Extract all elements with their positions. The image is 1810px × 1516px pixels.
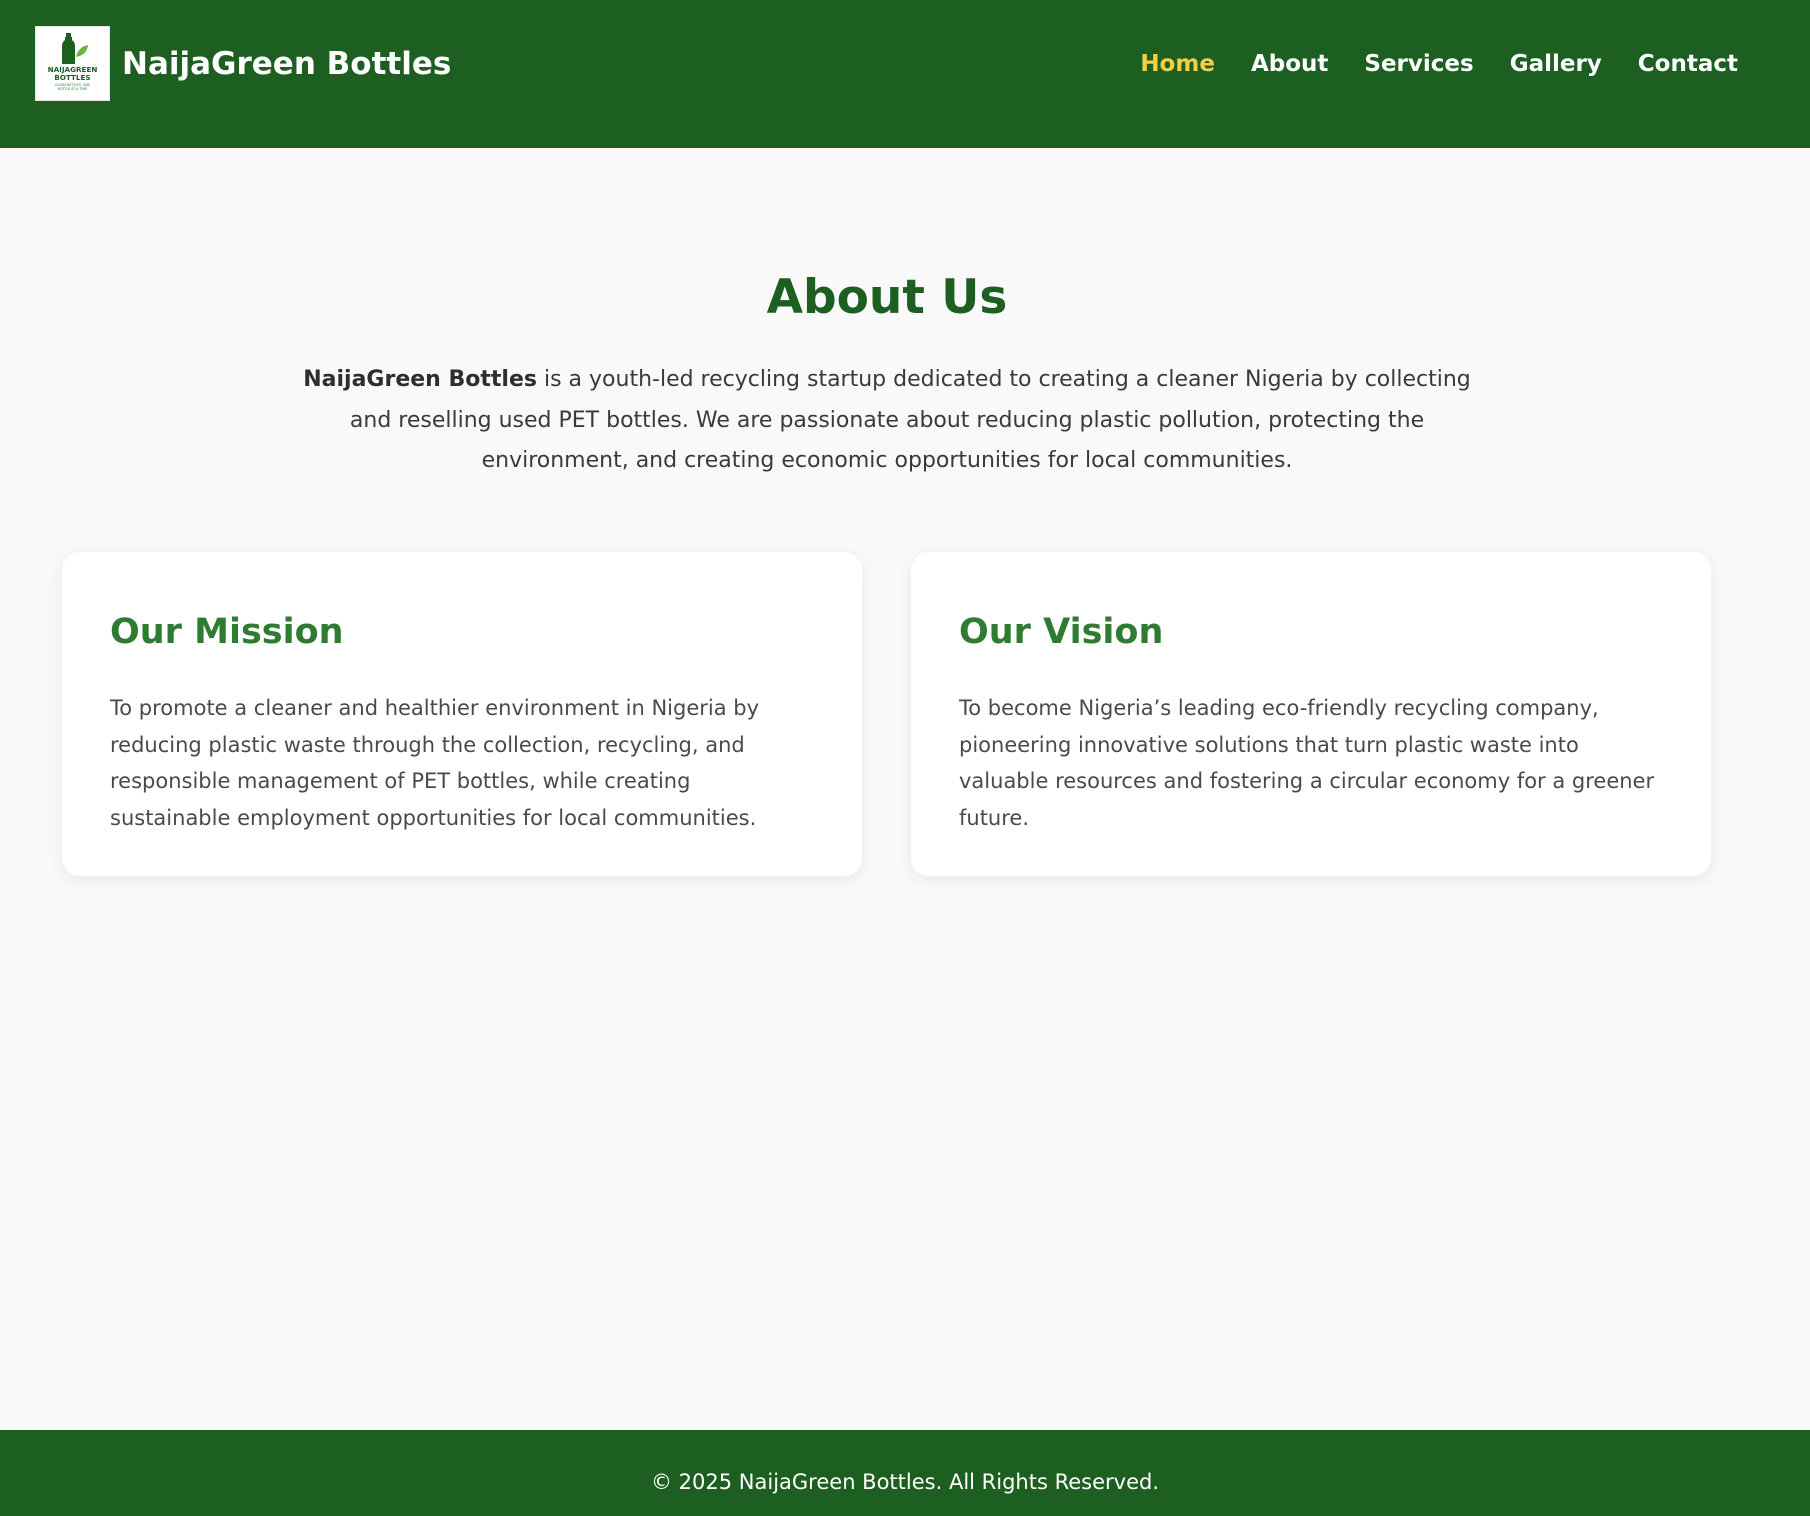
bottle-icon bbox=[62, 33, 75, 64]
vision-text: To become Nigeria’s leading eco-friendly… bbox=[959, 696, 1655, 830]
site-footer: © 2025 NaijaGreen Bottles. All Rights Re… bbox=[0, 1430, 1810, 1516]
about-intro-brand: NaijaGreen Bottles bbox=[303, 367, 537, 392]
mission-text: To promote a cleaner and healthier envir… bbox=[110, 696, 760, 830]
page: NAIJAGREEN BOTTLES CLEAN BOTTLES, ONE BO… bbox=[0, 0, 1810, 1516]
mission-title: Our Mission bbox=[110, 612, 344, 652]
site-header: NAIJAGREEN BOTTLES CLEAN BOTTLES, ONE BO… bbox=[0, 0, 1810, 148]
nav-link-home[interactable]: Home bbox=[1140, 48, 1215, 80]
page-title: About Us bbox=[766, 270, 1008, 325]
nav-link-about[interactable]: About bbox=[1251, 48, 1328, 80]
vision-title: Our Vision bbox=[959, 612, 1164, 652]
about-intro: NaijaGreen Bottles is a youth-led recycl… bbox=[296, 360, 1478, 482]
svg-text:BOTTLES: BOTTLES bbox=[54, 73, 90, 82]
logo-graphic: NAIJAGREEN BOTTLES CLEAN BOTTLES, ONE BO… bbox=[48, 33, 97, 91]
brand-name[interactable]: NaijaGreen Bottles bbox=[122, 42, 451, 86]
svg-text:BOTTLE AT A TIME: BOTTLE AT A TIME bbox=[58, 87, 87, 91]
copyright-text: © 2025 NaijaGreen Bottles. All Rights Re… bbox=[651, 1470, 1159, 1494]
nav-link-contact[interactable]: Contact bbox=[1638, 48, 1738, 80]
vision-card: Our Vision To become Nigeria’s leading e… bbox=[911, 552, 1711, 876]
leaf-icon bbox=[76, 45, 88, 57]
logo[interactable]: NAIJAGREEN BOTTLES CLEAN BOTTLES, ONE BO… bbox=[35, 26, 110, 101]
nav-link-gallery[interactable]: Gallery bbox=[1510, 48, 1602, 80]
main-nav: Home About Services Gallery Contact bbox=[1140, 48, 1738, 80]
nav-link-services[interactable]: Services bbox=[1364, 48, 1473, 80]
mission-card: Our Mission To promote a cleaner and hea… bbox=[62, 552, 862, 876]
